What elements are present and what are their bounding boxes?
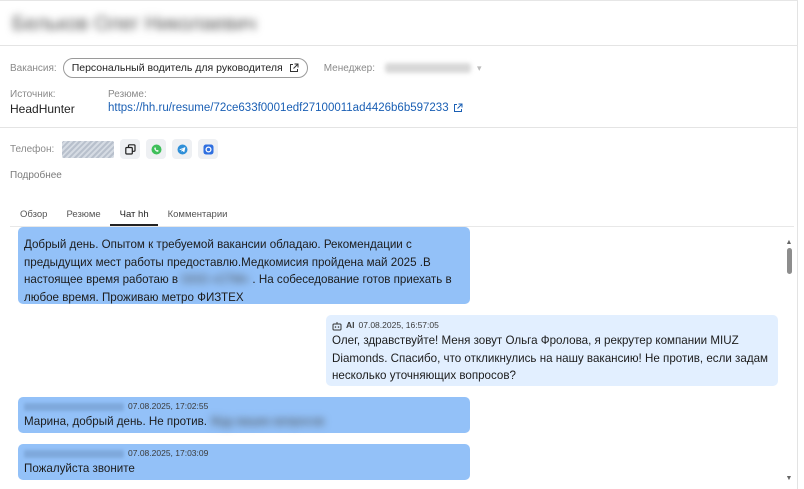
tab-resume[interactable]: Резюме (56, 209, 109, 226)
scroll-thumb[interactable] (787, 248, 792, 274)
robot-icon (332, 322, 342, 331)
message-text-line: Марина, добрый день. Не против. Жду ваши… (24, 415, 325, 428)
external-link-icon (289, 63, 299, 72)
hidden-text: Жду ваших вопросов (210, 415, 325, 428)
copy-icon (124, 143, 136, 155)
whatsapp-button[interactable] (146, 139, 167, 159)
source-label: Источник: (10, 89, 56, 100)
chat-message-outgoing: AI 07.08.2025, 16:57:05 Олег, здравствуй… (326, 315, 778, 386)
message-meta: 07.08.2025, 17:02:55 (24, 401, 464, 413)
message-text-line: любое время. Проживаю метро ФИЗТЕХ (24, 290, 244, 304)
sender-name-hidden (24, 450, 124, 458)
phone-label: Телефон: (10, 143, 55, 155)
message-text-line: Пожалуйста звоните (24, 462, 135, 475)
message-text-line: несколько уточняющих вопросов? (332, 369, 516, 382)
resume-block: Резюме: https://hh.ru/resume/72ce633f000… (108, 89, 463, 114)
phone-row: Телефон: (10, 139, 219, 159)
manager-label: Менеджер: (323, 62, 375, 74)
message-meta: AI 07.08.2025, 16:57:05 (332, 320, 772, 332)
resume-label: Резюме: (108, 89, 147, 100)
sender-name-hidden (24, 403, 124, 411)
message-text-line: Добрый день. Опытом к требуемой вакансии… (24, 238, 412, 251)
chat-message-incoming: 07.08.2025, 17:02:55 Марина, добрый день… (18, 397, 470, 433)
vacancy-value: Персональный водитель для руководителя (71, 62, 283, 74)
vacancy-chip[interactable]: Персональный водитель для руководителя (62, 58, 308, 78)
phone-value-hidden (62, 140, 115, 158)
vacancy-label: Вакансия: (10, 62, 57, 74)
resume-url[interactable]: https://hh.ru/resume/72ce633f0001edf2710… (108, 102, 449, 114)
message-text-line: Diamonds. Спасибо, что откликнулись на н… (332, 351, 768, 365)
scroll-up-arrow-icon[interactable]: ▲ (784, 239, 794, 246)
max-icon (203, 144, 214, 154)
max-button[interactable] (198, 139, 219, 159)
chat-message-incoming: Добрый день. Опытом к требуемой вакансии… (18, 227, 470, 304)
telegram-button[interactable] (172, 139, 193, 159)
vacancy-row: Вакансия: Персональный водитель для руко… (10, 58, 482, 78)
source-block: Источник: HeadHunter (10, 89, 75, 116)
telegram-icon (177, 144, 188, 154)
scroll-down-arrow-icon[interactable]: ▼ (784, 475, 794, 482)
tabs: Обзор Резюме Чат hh Комментарии (10, 209, 236, 226)
hidden-employer: ООО «СТМ» (181, 273, 250, 286)
chat-message-incoming: 07.08.2025, 17:03:09 Пожалуйста звоните (18, 444, 470, 480)
candidate-card: Бельков Олег Николаевич Вакансия: Персон… (0, 0, 798, 489)
source-value: HeadHunter (10, 102, 75, 116)
whatsapp-icon (151, 144, 162, 154)
chat-window: Добрый день. Опытом к требуемой вакансии… (0, 227, 798, 489)
external-link-icon (453, 103, 463, 112)
divider (0, 45, 798, 46)
tab-chat-hh[interactable]: Чат hh (109, 209, 158, 226)
resume-link[interactable]: https://hh.ru/resume/72ce633f0001edf2710… (108, 102, 463, 114)
manager-value (385, 63, 471, 73)
message-text-line: настоящее время работаю в ООО «СТМ» . На… (24, 273, 452, 286)
tab-overview[interactable]: Обзор (10, 209, 56, 226)
more-details-link[interactable]: Подробнее (10, 170, 62, 181)
candidate-name: Бельков Олег Николаевич (12, 13, 257, 35)
copy-button[interactable] (120, 139, 141, 159)
chevron-down-icon: ▾ (477, 62, 482, 73)
message-timestamp: 07.08.2025, 17:03:09 (128, 448, 209, 459)
message-text-line: предыдущих мест работы предоставлю.Медко… (24, 255, 431, 269)
chat-scrollbar[interactable]: ▲ ▼ (784, 239, 794, 485)
tab-comments[interactable]: Комментарии (158, 209, 237, 226)
message-meta: 07.08.2025, 17:03:09 (24, 448, 464, 460)
manager-field[interactable]: Менеджер: ▾ (324, 63, 482, 74)
message-text-line: Олег, здравствуйте! Меня зовут Ольга Фро… (332, 334, 739, 347)
divider (0, 127, 798, 128)
